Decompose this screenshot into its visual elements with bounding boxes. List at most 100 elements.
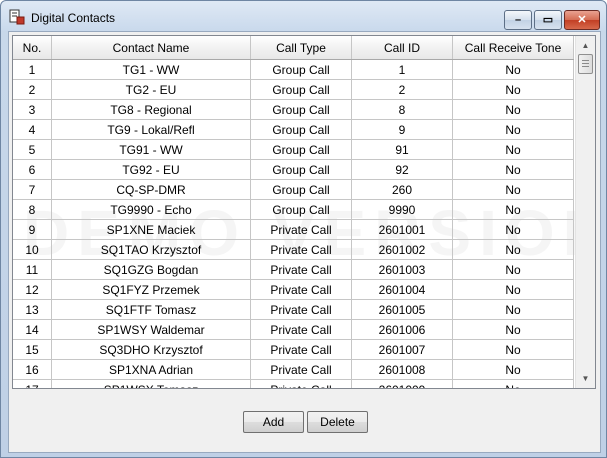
cell-contact-name[interactable]: TG8 - Regional: [51, 99, 251, 120]
cell-no[interactable]: 15: [13, 339, 52, 360]
cell-call-id[interactable]: 2601002: [351, 239, 453, 260]
cell-call-receive-tone[interactable]: No: [452, 59, 574, 80]
cell-contact-name[interactable]: CQ-SP-DMR: [51, 179, 251, 200]
table-row[interactable]: 10 SQ1TAO Krzysztof Private Call 2601002 No: [13, 239, 574, 260]
cell-no[interactable]: 9: [13, 219, 52, 240]
cell-call-receive-tone[interactable]: No: [452, 279, 574, 300]
table-row[interactable]: 4 TG9 - Lokal/Refl Group Call 9 No: [13, 119, 574, 140]
cell-no[interactable]: 11: [13, 259, 52, 280]
cell-call-receive-tone[interactable]: No: [452, 99, 574, 120]
cell-contact-name[interactable]: SQ1GZG Bogdan: [51, 259, 251, 280]
table-row[interactable]: 8 TG9990 - Echo Group Call 9990 No: [13, 199, 574, 220]
cell-contact-name[interactable]: SP1WSX Tomasz: [51, 379, 251, 388]
table-row[interactable]: 6 TG92 - EU Group Call 92 No: [13, 159, 574, 180]
table-row[interactable]: 16 SP1XNA Adrian Private Call 2601008 No: [13, 359, 574, 380]
cell-call-id[interactable]: 9990: [351, 199, 453, 220]
table-row[interactable]: 7 CQ-SP-DMR Group Call 260 No: [13, 179, 574, 200]
cell-call-type[interactable]: Group Call: [250, 59, 352, 80]
cell-call-receive-tone[interactable]: No: [452, 319, 574, 340]
cell-no[interactable]: 3: [13, 99, 52, 120]
cell-call-id[interactable]: 92: [351, 159, 453, 180]
cell-no[interactable]: 1: [13, 59, 52, 80]
cell-call-type[interactable]: Private Call: [250, 359, 352, 380]
table-row[interactable]: 13 SQ1FTF Tomasz Private Call 2601005 No: [13, 299, 574, 320]
cell-call-receive-tone[interactable]: No: [452, 379, 574, 388]
cell-no[interactable]: 13: [13, 299, 52, 320]
cell-call-receive-tone[interactable]: No: [452, 179, 574, 200]
cell-no[interactable]: 12: [13, 279, 52, 300]
cell-no[interactable]: 8: [13, 199, 52, 220]
delete-button[interactable]: Delete: [307, 411, 368, 433]
cell-contact-name[interactable]: TG2 - EU: [51, 79, 251, 100]
cell-call-type[interactable]: Private Call: [250, 279, 352, 300]
cell-no[interactable]: 5: [13, 139, 52, 160]
cell-call-id[interactable]: 2: [351, 79, 453, 100]
cell-contact-name[interactable]: SQ1TAO Krzysztof: [51, 239, 251, 260]
table-row[interactable]: 15 SQ3DHO Krzysztof Private Call 2601007 No: [13, 339, 574, 360]
contacts-grid[interactable]: DEMO VERSION No. Contact Name Call Type …: [12, 35, 596, 389]
cell-call-receive-tone[interactable]: No: [452, 299, 574, 320]
cell-call-receive-tone[interactable]: No: [452, 139, 574, 160]
column-header-contact-name[interactable]: Contact Name: [51, 36, 251, 60]
cell-call-type[interactable]: Group Call: [250, 179, 352, 200]
cell-contact-name[interactable]: SQ3DHO Krzysztof: [51, 339, 251, 360]
cell-call-type[interactable]: Group Call: [250, 159, 352, 180]
cell-contact-name[interactable]: SP1WSY Waldemar: [51, 319, 251, 340]
cell-call-receive-tone[interactable]: No: [452, 79, 574, 100]
table-row[interactable]: 12 SQ1FYZ Przemek Private Call 2601004 No: [13, 279, 574, 300]
cell-call-type[interactable]: Private Call: [250, 219, 352, 240]
cell-call-type[interactable]: Private Call: [250, 259, 352, 280]
cell-call-type[interactable]: Group Call: [250, 139, 352, 160]
cell-no[interactable]: 7: [13, 179, 52, 200]
cell-no[interactable]: 16: [13, 359, 52, 380]
table-row[interactable]: 1 TG1 - WW Group Call 1 No: [13, 59, 574, 80]
table-row[interactable]: 9 SP1XNE Maciek Private Call 2601001 No: [13, 219, 574, 240]
cell-call-type[interactable]: Private Call: [250, 239, 352, 260]
cell-call-type[interactable]: Group Call: [250, 199, 352, 220]
cell-call-type[interactable]: Group Call: [250, 119, 352, 140]
cell-no[interactable]: 4: [13, 119, 52, 140]
cell-call-type[interactable]: Private Call: [250, 299, 352, 320]
table-row[interactable]: 17SP1WSX TomaszPrivate Call2601009No: [13, 379, 574, 388]
cell-call-id[interactable]: 2601006: [351, 319, 453, 340]
vertical-scrollbar[interactable]: ▲ ▼: [575, 36, 595, 388]
table-row[interactable]: 2 TG2 - EU Group Call 2 No: [13, 79, 574, 100]
table-row[interactable]: 3 TG8 - Regional Group Call 8 No: [13, 99, 574, 120]
cell-call-type[interactable]: Private Call: [250, 379, 352, 388]
cell-contact-name[interactable]: TG9990 - Echo: [51, 199, 251, 220]
cell-call-id[interactable]: 2601007: [351, 339, 453, 360]
add-button[interactable]: Add: [243, 411, 304, 433]
scroll-down-arrow-icon[interactable]: ▼: [577, 370, 594, 387]
cell-contact-name[interactable]: TG92 - EU: [51, 159, 251, 180]
cell-no[interactable]: 17: [13, 379, 52, 388]
cell-call-receive-tone[interactable]: No: [452, 259, 574, 280]
table-row[interactable]: 11 SQ1GZG Bogdan Private Call 2601003 No: [13, 259, 574, 280]
title-bar[interactable]: Digital Contacts – ▭ ✕: [1, 1, 606, 31]
column-header-call-id[interactable]: Call ID: [351, 36, 453, 60]
cell-call-type[interactable]: Private Call: [250, 339, 352, 360]
cell-call-receive-tone[interactable]: No: [452, 199, 574, 220]
cell-call-id[interactable]: 2601009: [351, 379, 453, 388]
cell-call-id[interactable]: 2601003: [351, 259, 453, 280]
minimize-button[interactable]: –: [504, 10, 532, 30]
cell-no[interactable]: 2: [13, 79, 52, 100]
cell-no[interactable]: 14: [13, 319, 52, 340]
cell-contact-name[interactable]: SQ1FYZ Przemek: [51, 279, 251, 300]
cell-call-receive-tone[interactable]: No: [452, 159, 574, 180]
cell-call-id[interactable]: 1: [351, 59, 453, 80]
cell-call-receive-tone[interactable]: No: [452, 219, 574, 240]
cell-call-id[interactable]: 260: [351, 179, 453, 200]
cell-call-receive-tone[interactable]: No: [452, 359, 574, 380]
cell-call-type[interactable]: Private Call: [250, 319, 352, 340]
maximize-button[interactable]: ▭: [534, 10, 562, 30]
cell-call-id[interactable]: 2601008: [351, 359, 453, 380]
close-button[interactable]: ✕: [564, 10, 600, 30]
column-header-call-receive-tone[interactable]: Call Receive Tone: [452, 36, 574, 60]
cell-call-type[interactable]: Group Call: [250, 79, 352, 100]
cell-call-type[interactable]: Group Call: [250, 99, 352, 120]
cell-call-id[interactable]: 9: [351, 119, 453, 140]
column-header-call-type[interactable]: Call Type: [250, 36, 352, 60]
cell-no[interactable]: 10: [13, 239, 52, 260]
column-header-no[interactable]: No.: [13, 36, 52, 60]
scroll-up-arrow-icon[interactable]: ▲: [577, 37, 594, 54]
